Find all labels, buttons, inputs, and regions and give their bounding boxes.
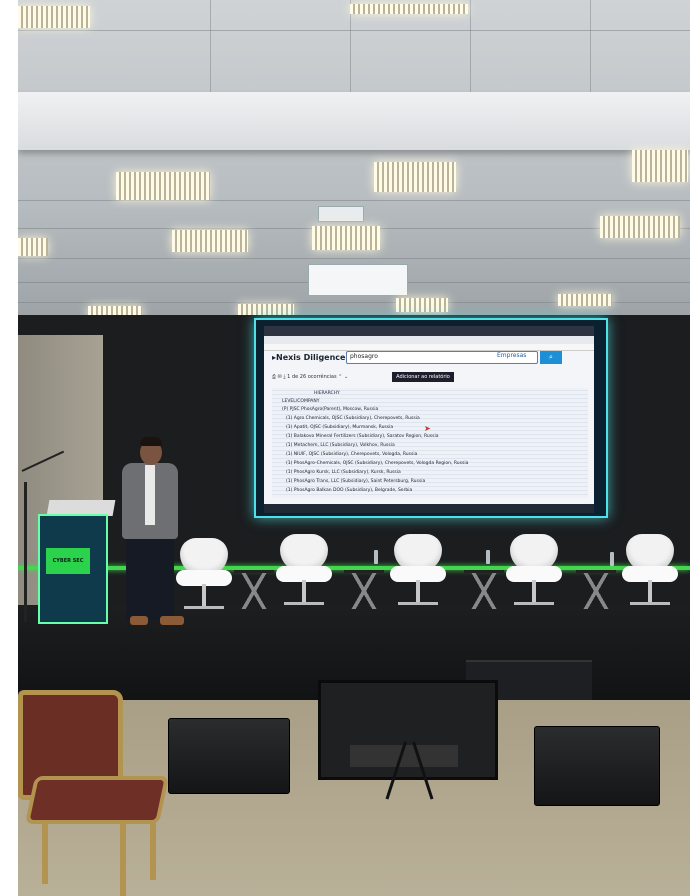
search-query: phosagro <box>350 353 378 360</box>
ceiling-grid-line <box>210 0 211 92</box>
projected-browser-window: ▸Nexis Diligence+ phosagro Empresas ⌕ ⎙ … <box>264 326 594 504</box>
presenter-hair <box>140 437 162 446</box>
windows-taskbar <box>264 504 594 513</box>
lectern-logo-text: CYBER SEC <box>52 558 84 564</box>
search-button-label: Empresas <box>497 352 527 359</box>
presenter-shirt <box>145 465 155 525</box>
ceiling-light <box>374 162 456 192</box>
water-bottle <box>374 550 378 564</box>
ceiling-soffit <box>18 92 690 150</box>
result-row: (1) PhosAgro Kursk, LLC (Subsidiary), Ku… <box>286 470 401 475</box>
side-table <box>464 570 504 613</box>
result-row: (1) PhosAgro Trans, LLC (Subsidiary), Sa… <box>286 479 426 484</box>
ceiling-light <box>396 298 448 312</box>
results-toolbar: ⎙ ✉ ⤓ 1 de 26 ocorrências ⌃ ⌄ <box>272 374 349 380</box>
ceiling-light <box>116 172 210 200</box>
presenter-shoe <box>130 616 148 625</box>
hierarchy-header: HIERARCHY <box>314 391 340 396</box>
result-row: (P) PJSC PhosAgro(Parent), Moscow, Russi… <box>282 407 379 412</box>
lectern-logo: CYBER SEC <box>46 548 90 574</box>
result-row: (1) NIUIF, OJSC (Subsidiary), Cherepovet… <box>286 452 418 457</box>
side-table <box>344 570 384 613</box>
banquet-chair-seat <box>24 776 170 824</box>
ceiling-grid-line <box>18 200 690 201</box>
result-row: (1) Balakovo Mineral Fertilizers (Subsid… <box>286 434 439 439</box>
ceiling-light <box>18 238 48 256</box>
search-input: phosagro Empresas <box>346 351 538 364</box>
lounge-chair <box>622 534 678 610</box>
microphone-stand <box>24 482 27 622</box>
lounge-chair <box>390 534 446 610</box>
browser-tab-bar <box>264 326 594 336</box>
brand-name: Nexis Diligence+ <box>276 353 353 362</box>
presenter-shoe <box>160 616 184 625</box>
ceiling-light <box>600 216 680 238</box>
ceiling-light <box>558 294 612 306</box>
mouse-cursor-icon: ➤ <box>424 424 431 433</box>
ceiling-light <box>18 6 90 28</box>
result-count: 1 de 26 ocorrências <box>287 374 337 380</box>
result-row: (1) Agro Chemicals, OJSC (Subsidiary), C… <box>286 416 420 421</box>
lounge-chair <box>276 534 332 610</box>
report-button: Adicionar ao relatório <box>392 372 454 382</box>
presenter-legs <box>126 536 174 620</box>
ceiling-light <box>312 226 380 250</box>
chair-leg <box>120 814 126 896</box>
floor-speaker <box>534 726 660 806</box>
company-header: LEVEL/COMPANY <box>282 399 320 404</box>
browser-url-bar <box>264 336 594 344</box>
ceiling-light <box>350 4 468 14</box>
side-table <box>234 570 274 613</box>
result-row: (1) Metachem, LLC (Subsidiary), Volkhov,… <box>286 443 395 448</box>
water-bottle <box>610 552 614 566</box>
browser-bookmarks-bar <box>264 344 594 351</box>
air-conditioner-cassette <box>308 264 408 296</box>
conference-scene: ▸Nexis Diligence+ phosagro Empresas ⌕ ⎙ … <box>0 0 690 896</box>
lounge-chair <box>176 538 232 614</box>
photo-border <box>0 0 18 896</box>
ceiling-grid-line <box>590 0 591 92</box>
lounge-chair <box>506 534 562 610</box>
result-row: (1) PhosAgro Balkan DOO (Subsidiary), Be… <box>286 488 413 493</box>
nexis-logo: ▸Nexis Diligence+ <box>272 353 353 362</box>
water-bottle <box>486 550 490 564</box>
ceiling-grid-line <box>470 0 471 92</box>
ceiling-vent <box>318 206 364 222</box>
ceiling-grid-line <box>18 258 690 259</box>
chair-leg <box>42 814 48 884</box>
result-row: (1) Apatit, OJSC (Subsidiary), Murmansk,… <box>286 425 394 430</box>
floor-speaker <box>168 718 290 794</box>
search-icon: ⌕ <box>540 351 562 364</box>
result-row: (1) PhosAgro-Chemicals, OJSC (Subsidiary… <box>286 461 469 466</box>
ceiling-light <box>632 150 688 182</box>
side-table <box>576 570 616 613</box>
ceiling-light <box>172 230 248 252</box>
